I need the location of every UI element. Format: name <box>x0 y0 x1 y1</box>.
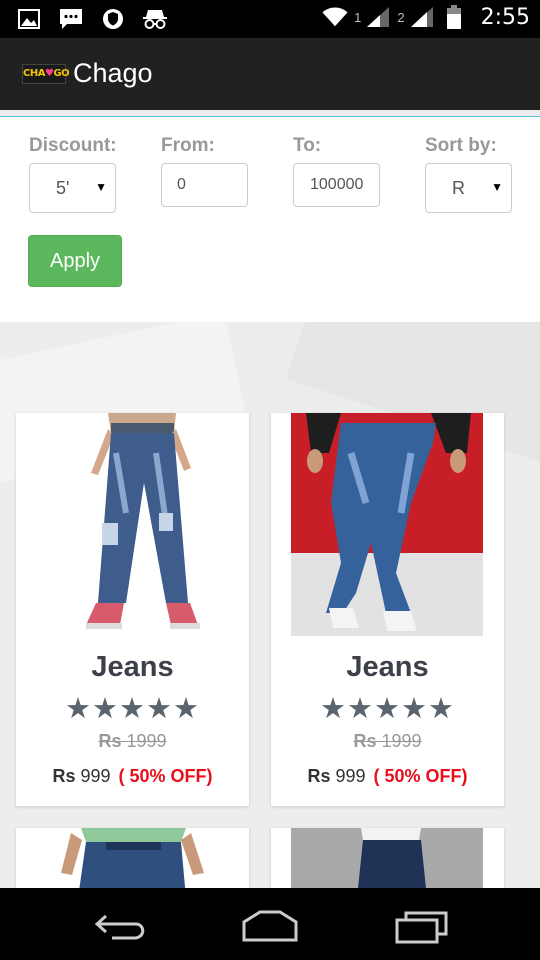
from-input[interactable]: 0 <box>161 163 248 207</box>
product-image <box>271 413 504 636</box>
app-title: Chago <box>73 58 153 88</box>
apply-button[interactable]: Apply <box>28 235 122 287</box>
back-icon[interactable] <box>92 908 152 944</box>
picture-icon <box>16 6 42 32</box>
product-image <box>271 828 504 888</box>
to-input[interactable]: 100000 <box>293 163 380 207</box>
product-name: Jeans <box>346 651 429 683</box>
sort-label: Sort by: <box>425 135 497 156</box>
product-image <box>16 828 249 888</box>
sale-price: Rs 999( 50% OFF) <box>307 766 468 786</box>
sort-select[interactable]: R ▼ <box>425 163 512 213</box>
product-name: Jeans <box>91 651 174 683</box>
recent-apps-icon[interactable] <box>392 908 452 944</box>
to-label: To: <box>293 135 322 156</box>
discount-value: 5' <box>56 178 70 198</box>
discount-label: Discount: <box>29 135 117 156</box>
home-icon[interactable] <box>240 908 300 944</box>
filter-panel: Discount: 5' ▼ From: 0 To: 100000 Sort b… <box>0 116 540 323</box>
product-image <box>16 413 249 636</box>
to-value: 100000 <box>310 176 364 193</box>
sale-price: Rs 999( 50% OFF) <box>52 766 213 786</box>
discount-badge: ( 50% OFF) <box>118 766 213 786</box>
app-bar: CHA♥GO Chago <box>0 38 540 110</box>
message-icon <box>58 6 84 32</box>
product-card[interactable] <box>271 828 504 888</box>
incognito-icon <box>142 6 168 32</box>
product-card[interactable] <box>16 828 249 888</box>
star-rating: ★★★★★ <box>65 693 200 725</box>
original-price: Rs 1999 <box>353 731 422 751</box>
sim1-label: 1 <box>354 9 362 25</box>
sort-value: R <box>452 178 465 198</box>
star-rating: ★★★★★ <box>320 693 455 725</box>
discount-badge: ( 50% OFF) <box>373 766 468 786</box>
wifi-icon <box>322 4 348 30</box>
navigation-bar <box>0 888 540 960</box>
signal-icon <box>409 4 435 30</box>
from-value: 0 <box>177 176 186 193</box>
battery-icon <box>441 4 467 30</box>
vpn-shield-icon <box>100 6 126 32</box>
dropdown-arrow-icon: ▼ <box>491 180 503 194</box>
from-label: From: <box>161 135 215 156</box>
signal-icon <box>365 4 391 30</box>
original-price: Rs 1999 <box>98 731 167 751</box>
product-card[interactable]: Jeans ★★★★★ Rs 1999 Rs 999( 50% OFF) <box>16 413 249 806</box>
status-bar: 1 2 2:55 <box>0 0 540 38</box>
dropdown-arrow-icon: ▼ <box>95 180 107 194</box>
sim2-label: 2 <box>397 9 405 25</box>
product-grid: Jeans ★★★★★ Rs 1999 Rs 999( 50% OFF) Jea… <box>0 322 540 888</box>
product-card[interactable]: Jeans ★★★★★ Rs 1999 Rs 999( 50% OFF) <box>271 413 504 806</box>
clock: 2:55 <box>480 4 530 30</box>
discount-select[interactable]: 5' ▼ <box>29 163 116 213</box>
app-logo: CHA♥GO <box>22 64 70 84</box>
